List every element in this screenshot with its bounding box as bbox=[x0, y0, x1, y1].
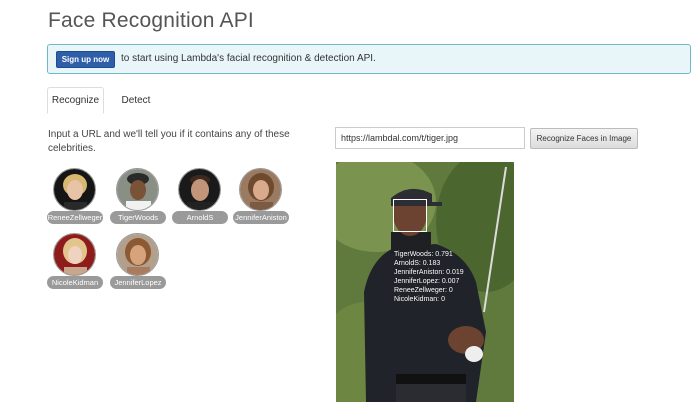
result-line: JenniferAniston: 0.019 bbox=[394, 269, 464, 276]
celebrity-card[interactable]: TigerWoods bbox=[110, 168, 166, 228]
tab-recognize[interactable]: Recognize bbox=[47, 87, 104, 114]
tab-detect[interactable]: Detect bbox=[109, 87, 163, 114]
recognition-results: TigerWoods: 0.791 ArnoldS: 0.183 Jennife… bbox=[394, 250, 464, 304]
celebrity-name: ArnoldS bbox=[172, 211, 228, 224]
celebrity-card[interactable]: JenniferAniston bbox=[233, 168, 289, 228]
celebrity-card[interactable]: ReneeZellweger bbox=[47, 168, 103, 228]
celebrity-name: ReneeZellweger bbox=[47, 211, 103, 224]
avatar bbox=[178, 168, 221, 211]
recognize-faces-button[interactable]: Recognize Faces in Image bbox=[530, 128, 638, 149]
alert-text: to start using Lambda's facial recogniti… bbox=[121, 53, 376, 64]
celebrity-card[interactable]: ArnoldS bbox=[172, 168, 228, 228]
image-url-input[interactable] bbox=[335, 127, 525, 149]
intro-text: Input a URL and we'll tell you if it con… bbox=[48, 129, 290, 154]
result-line: ReneeZellweger: 0 bbox=[394, 287, 453, 294]
avatar bbox=[53, 168, 96, 211]
avatar bbox=[116, 168, 159, 211]
celebrity-name: TigerWoods bbox=[110, 211, 166, 224]
avatar bbox=[53, 233, 96, 276]
result-line: NicoleKidman: 0 bbox=[394, 296, 445, 303]
face-bounding-box bbox=[393, 199, 427, 232]
result-image: TigerWoods: 0.791 ArnoldS: 0.183 Jennife… bbox=[336, 162, 514, 402]
result-line: ArnoldS: 0.183 bbox=[394, 260, 441, 267]
avatar bbox=[116, 233, 159, 276]
celebrity-card[interactable]: JenniferLopez bbox=[110, 233, 166, 293]
avatar bbox=[239, 168, 282, 211]
celebrity-name: JenniferLopez bbox=[110, 276, 166, 289]
result-line: JenniferLopez: 0.007 bbox=[394, 278, 460, 285]
result-line: TigerWoods: 0.791 bbox=[394, 251, 453, 258]
page-title: Face Recognition API bbox=[48, 9, 254, 32]
celebrity-name: JenniferAniston bbox=[233, 211, 289, 224]
celebrity-name: NicoleKidman bbox=[47, 276, 103, 289]
celebrity-card[interactable]: NicoleKidman bbox=[47, 233, 103, 293]
signup-alert: Sign up now to start using Lambda's faci… bbox=[47, 44, 691, 74]
sign-up-button[interactable]: Sign up now bbox=[56, 51, 115, 68]
